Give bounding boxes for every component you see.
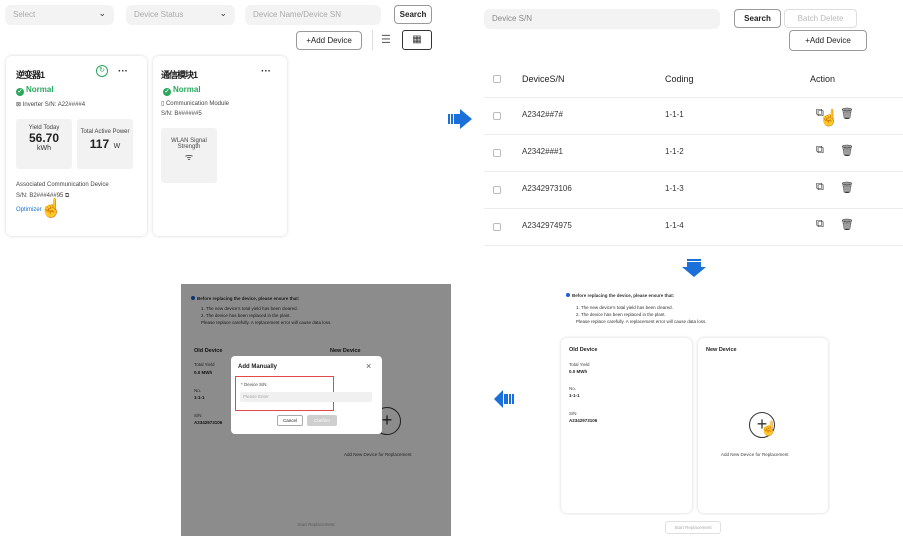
module-type: ▯ Communication Module <box>161 101 229 107</box>
status-badge: ✓ Normal <box>16 85 54 96</box>
hand-cursor-icon: ☝ <box>760 420 778 436</box>
add-device-button[interactable]: +Add Device <box>296 31 362 50</box>
row-checkbox[interactable] <box>493 149 501 157</box>
device-search-input[interactable]: Device Name/Device SN <box>245 5 381 25</box>
delete-icon[interactable]: 🗑 <box>840 181 854 194</box>
row-checkbox[interactable] <box>493 186 501 194</box>
chevron-down-icon: ⌄ <box>98 8 106 18</box>
batch-delete-button[interactable]: Batch Delete <box>784 9 857 28</box>
inverter-sn: ⊠ Inverter S/N: A22####4 <box>16 102 86 108</box>
optimizer-link[interactable]: Optimizer <box>16 207 42 213</box>
replace-device-icon[interactable]: ⧉ <box>816 218 824 231</box>
associated-device-label: Associated Communication Device <box>16 182 109 188</box>
device-sn-field[interactable]: Please Enter <box>240 392 372 402</box>
list-view-icon[interactable]: ☰ <box>381 33 391 46</box>
replace-icon[interactable]: ↻ <box>96 65 108 77</box>
module-sn: S/N: B######5 <box>161 111 202 117</box>
copy-icon: ⧉ <box>65 193 70 199</box>
replace-device-icon[interactable]: ⧉ <box>816 181 824 194</box>
notice-title: Before replacing the device, please ensu… <box>566 293 674 299</box>
delete-icon[interactable]: 🗑 <box>840 144 854 157</box>
add-device-button[interactable]: +Add Device <box>789 30 867 51</box>
new-device-card: New Device + ☝ Add New Device for Replac… <box>698 338 828 513</box>
table-row: A2342973106 1-1-3 ⧉ 🗑 <box>484 172 903 209</box>
total-active-power-stat: Total Active Power 117 W <box>77 119 133 169</box>
add-new-device-label: Add New Device for Replacement <box>721 452 789 457</box>
start-replacement-button[interactable]: Start Replacement <box>665 521 721 534</box>
wifi-icon: ᯤ <box>184 152 194 162</box>
row-checkbox[interactable] <box>493 112 501 120</box>
table-row: A2342##7# 1-1-1 ⧉ 🗑 ☝ <box>484 98 903 135</box>
table-row: A2342974975 1-1-4 ⧉ 🗑 <box>484 209 903 246</box>
status-badge: ✓ Normal <box>163 85 201 96</box>
table-header: DeviceS/N Coding Action <box>484 61 903 98</box>
grid-view-icon[interactable]: ▦ <box>402 30 432 50</box>
inverter-card[interactable]: 逆变器1 ↻ ··· ✓ Normal ⊠ Inverter S/N: A22##… <box>6 56 147 236</box>
select-all-checkbox[interactable] <box>493 75 501 83</box>
device-sn-label: * Device S/N <box>241 382 267 387</box>
hand-cursor-icon: ☝ <box>40 198 63 218</box>
delete-icon[interactable]: 🗑 <box>840 107 854 120</box>
select-filter[interactable]: Select ⌄ <box>5 5 114 25</box>
wlan-signal-stat: WLAN Signal Strength ᯤ <box>161 128 217 183</box>
communication-module-card[interactable]: 通信模块1 ··· ✓ Normal ▯ Communication Module… <box>153 56 287 236</box>
arrow-left-icon <box>494 390 514 408</box>
add-manually-modal: Add Manually × * Device S/N Please Enter… <box>231 356 382 434</box>
chevron-down-icon: ⌄ <box>219 8 227 18</box>
arrow-down-icon <box>682 259 706 277</box>
table-row: A2342###1 1-1-2 ⧉ 🗑 <box>484 135 903 172</box>
replace-device-icon[interactable]: ⧉ <box>816 144 824 157</box>
search-button[interactable]: Search <box>734 9 781 28</box>
yield-today-stat: Yield Today 56.70 kWh <box>16 119 72 169</box>
cancel-button[interactable]: Cancel <box>277 415 303 426</box>
card-title: 逆变器1 <box>16 70 45 80</box>
card-title: 通信模块1 <box>161 70 198 80</box>
delete-icon[interactable]: 🗑 <box>840 218 854 231</box>
arrow-right-icon <box>448 109 472 129</box>
divider <box>372 30 373 50</box>
hand-cursor-icon: ☝ <box>819 110 839 127</box>
close-icon[interactable]: × <box>366 361 371 371</box>
more-icon[interactable]: ··· <box>261 66 271 77</box>
modal-title: Add Manually <box>238 364 278 370</box>
old-device-card: Old Device Total Yield 0.0 MWh No. 1-1-1… <box>561 338 692 513</box>
device-status-filter[interactable]: Device Status ⌄ <box>126 5 235 25</box>
more-icon[interactable]: ··· <box>118 66 128 77</box>
replacement-panel-with-modal: Before replacing the device, please ensu… <box>181 284 451 536</box>
search-button[interactable]: Search <box>394 5 432 24</box>
confirm-button[interactable]: Confirm <box>307 415 337 426</box>
inverter-icon: ⊠ <box>16 102 23 108</box>
row-checkbox[interactable] <box>493 223 501 231</box>
device-sn-search-input[interactable]: Device S/N <box>484 9 720 29</box>
